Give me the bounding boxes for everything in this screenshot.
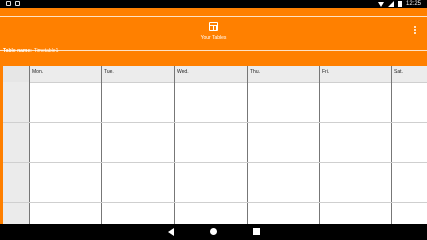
day-header-wed[interactable]: Wed. [175,66,248,82]
app-title: Your Tables [200,35,227,41]
row-divider [3,122,427,123]
status-bar: 12:25 [0,0,427,8]
row-divider [3,202,427,203]
status-left-icons [6,1,20,6]
time-column [3,82,30,226]
row-divider [3,162,427,163]
day-header-thu[interactable]: Thu. [248,66,320,82]
day-header-tue[interactable]: Tue. [102,66,175,82]
column-divider [391,82,392,226]
app-bar: Your Tables [0,8,427,51]
timetable-grid: Mon. Tue. Wed. Thu. Fri. Sat. [3,66,427,226]
column-divider [101,82,102,226]
table-name-label: Table name: [3,48,32,54]
wifi-icon [377,1,384,7]
table-name-line: Table name: Timetable1 [3,48,58,54]
app-bar-bottom-divider [0,50,427,51]
your-tables-tab[interactable]: Your Tables [0,22,427,41]
recents-icon[interactable] [253,228,260,235]
grid-corner-cell [3,66,30,82]
table-name-value: Timetable1 [33,48,59,54]
status-right-icons: 12:25 [377,1,421,7]
signal-icon [387,1,394,7]
day-header-mon[interactable]: Mon. [30,66,102,82]
download-icon [15,1,20,6]
column-divider [247,82,248,226]
status-time: 12:25 [405,1,421,7]
column-divider [174,82,175,226]
day-header-sat[interactable]: Sat. [392,66,427,82]
home-icon[interactable] [210,228,217,235]
day-header-fri[interactable]: Fri. [320,66,392,82]
navigation-bar [0,224,427,240]
column-divider [319,82,320,226]
more-vert-icon[interactable] [414,26,417,35]
header-divider [3,82,427,83]
back-icon[interactable] [168,228,174,236]
table-icon [209,22,218,31]
notification-icon [6,1,11,6]
battery-icon [397,1,402,7]
app-bar-top-divider [0,16,427,17]
